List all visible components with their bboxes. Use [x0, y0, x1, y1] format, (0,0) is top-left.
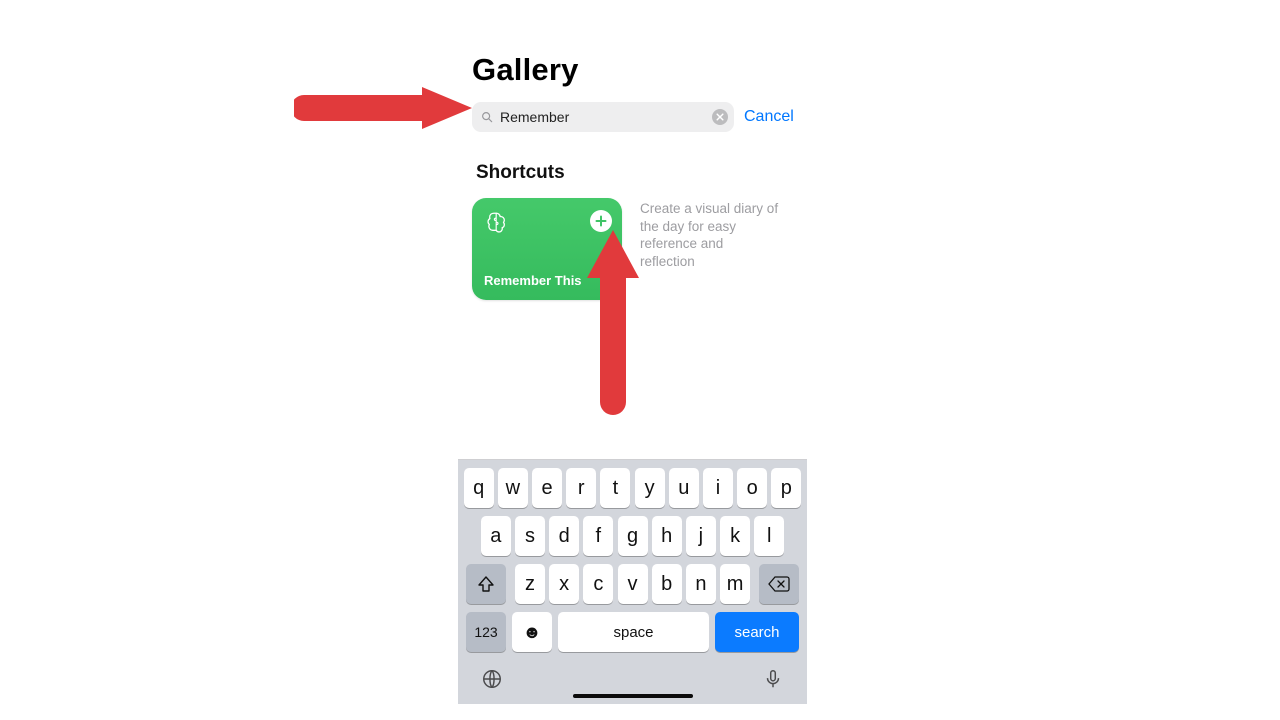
key-w[interactable]: w — [498, 468, 528, 508]
home-indicator — [573, 694, 693, 698]
key-y[interactable]: y — [635, 468, 665, 508]
keyboard-row-3-letters: zxcvbnm — [515, 564, 750, 604]
emoji-key[interactable]: ☻ — [512, 612, 552, 652]
content-column: Gallery Cancel Shortcuts — [472, 52, 812, 300]
space-key[interactable]: space — [558, 612, 709, 652]
key-z[interactable]: z — [515, 564, 545, 604]
dictation-mic-icon[interactable] — [762, 668, 784, 695]
page-title: Gallery — [472, 52, 812, 88]
key-b[interactable]: b — [652, 564, 682, 604]
backspace-key[interactable] — [759, 564, 799, 604]
search-field-container[interactable] — [472, 102, 734, 132]
brain-icon — [484, 210, 510, 241]
key-o[interactable]: o — [737, 468, 767, 508]
key-n[interactable]: n — [686, 564, 716, 604]
keyboard-row-2: asdfghjkl — [463, 516, 802, 556]
key-p[interactable]: p — [771, 468, 801, 508]
search-input[interactable] — [500, 102, 712, 132]
shortcut-description: Create a visual diary of the day for eas… — [640, 198, 780, 270]
key-a[interactable]: a — [481, 516, 511, 556]
shift-key[interactable] — [466, 564, 506, 604]
key-u[interactable]: u — [669, 468, 699, 508]
screenshot-stage: Gallery Cancel Shortcuts — [0, 0, 1280, 720]
numbers-key[interactable]: 123 — [466, 612, 506, 652]
key-i[interactable]: i — [703, 468, 733, 508]
key-k[interactable]: k — [720, 516, 750, 556]
annotation-arrow-right-icon — [294, 83, 474, 133]
keyboard-footer — [463, 660, 802, 698]
key-t[interactable]: t — [600, 468, 630, 508]
key-v[interactable]: v — [618, 564, 648, 604]
search-icon — [480, 110, 494, 124]
key-e[interactable]: e — [532, 468, 562, 508]
keyboard-row-bottom: 123 ☻ space search — [463, 612, 802, 652]
keyboard-row-3: zxcvbnm — [463, 564, 802, 604]
key-f[interactable]: f — [583, 516, 613, 556]
shortcut-card-title: Remember This — [484, 273, 582, 288]
key-j[interactable]: j — [686, 516, 716, 556]
search-row: Cancel — [472, 102, 812, 132]
key-d[interactable]: d — [549, 516, 579, 556]
key-r[interactable]: r — [566, 468, 596, 508]
add-shortcut-button[interactable] — [590, 210, 612, 232]
globe-icon[interactable] — [481, 668, 503, 695]
section-heading: Shortcuts — [476, 162, 812, 184]
key-h[interactable]: h — [652, 516, 682, 556]
key-c[interactable]: c — [583, 564, 613, 604]
key-s[interactable]: s — [515, 516, 545, 556]
keyboard-row-1: qwertyuiop — [463, 468, 802, 508]
ios-keyboard: qwertyuiop asdfghjkl zxcvbnm 123 ☻ space… — [458, 459, 807, 704]
key-g[interactable]: g — [618, 516, 648, 556]
key-m[interactable]: m — [720, 564, 750, 604]
search-key[interactable]: search — [715, 612, 799, 652]
clear-search-button[interactable] — [712, 109, 728, 125]
cancel-button[interactable]: Cancel — [744, 108, 794, 126]
key-l[interactable]: l — [754, 516, 784, 556]
key-q[interactable]: q — [464, 468, 494, 508]
annotation-arrow-up-icon — [585, 230, 641, 415]
key-x[interactable]: x — [549, 564, 579, 604]
result-row: Remember This Create a visual diary of t… — [472, 198, 812, 300]
